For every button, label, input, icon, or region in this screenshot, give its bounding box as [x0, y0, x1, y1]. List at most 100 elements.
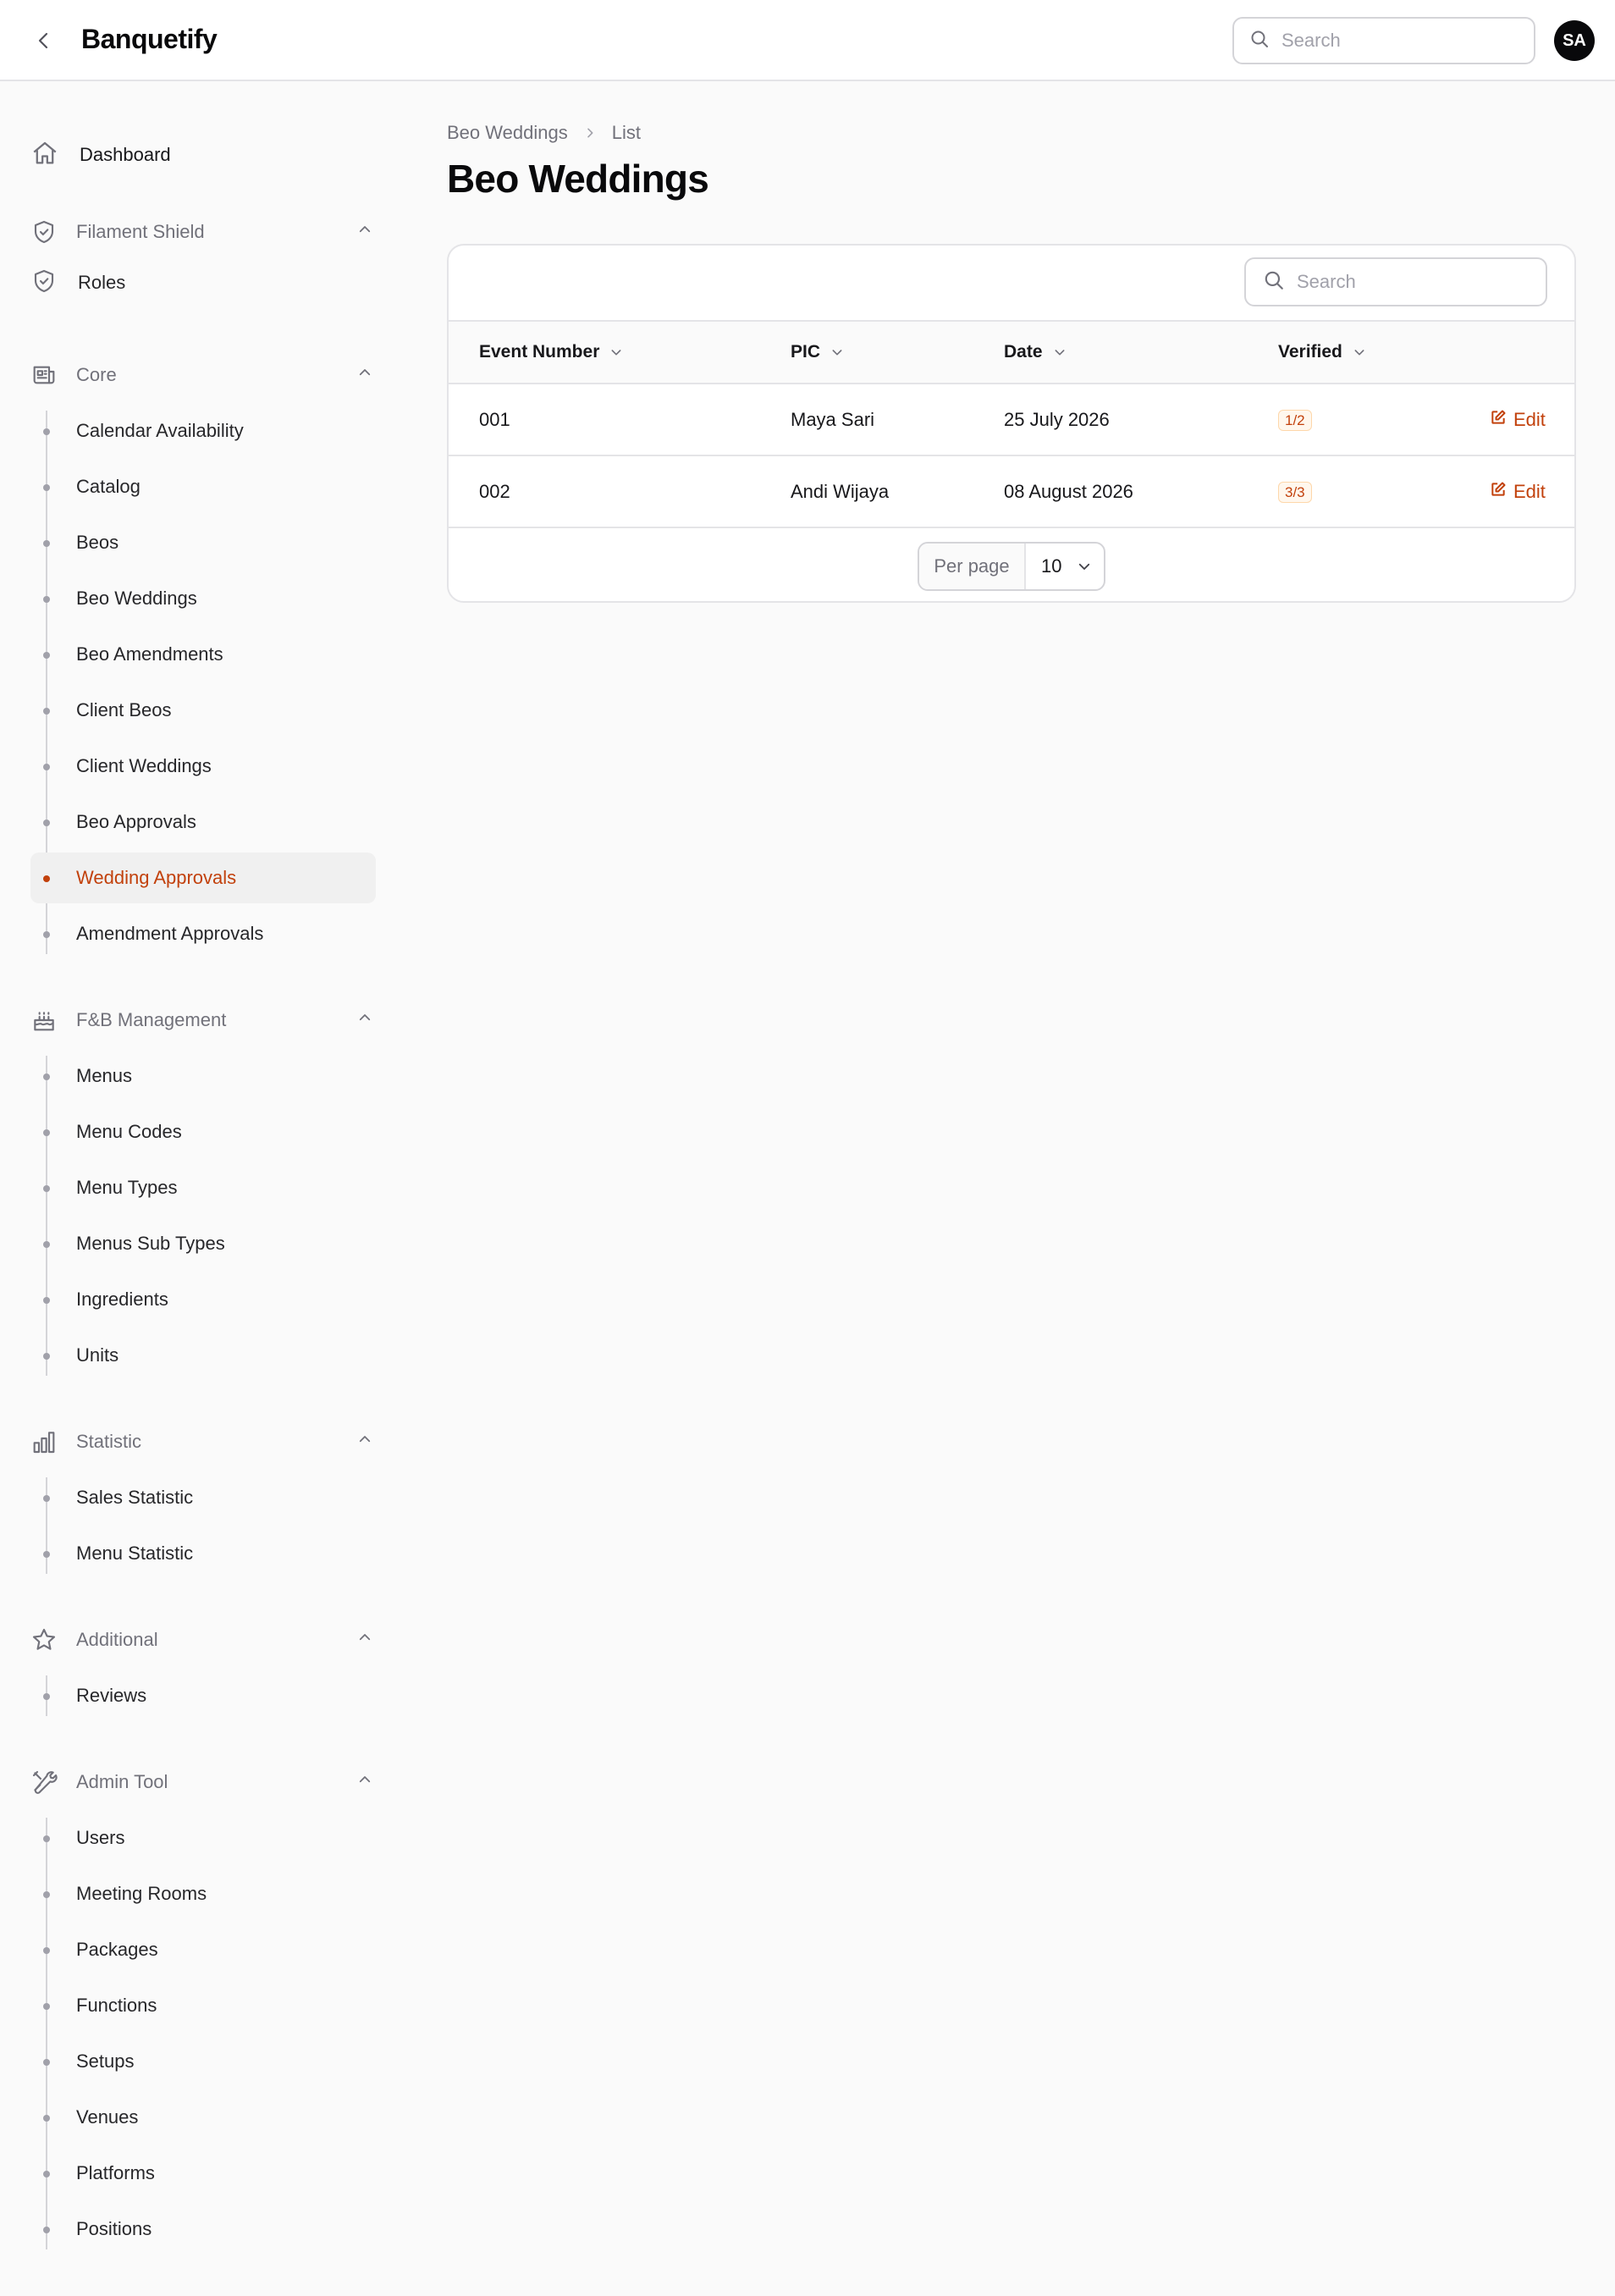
- chevron-up-icon[interactable]: [357, 1772, 372, 1791]
- column-label: Verified: [1278, 342, 1342, 362]
- sidebar-item-ingredients[interactable]: Ingredients: [30, 1274, 376, 1325]
- sidebar-item-label: Beo Weddings: [76, 588, 197, 609]
- bullet-icon: [43, 764, 50, 770]
- sidebar-item-label: Meeting Rooms: [76, 1883, 207, 1904]
- sidebar-item-beos[interactable]: Beos: [30, 517, 376, 568]
- edit-label: Edit: [1513, 409, 1546, 430]
- sidebar-item-menus[interactable]: Menus: [30, 1051, 376, 1101]
- global-search-input[interactable]: [1282, 30, 1502, 52]
- sidebar-item-label: Beo Amendments: [76, 643, 223, 665]
- sidebar-item-reviews[interactable]: Reviews: [30, 1670, 376, 1721]
- sidebar-item-packages[interactable]: Packages: [30, 1924, 376, 1975]
- page-title: Beo Weddings: [447, 157, 709, 201]
- chevron-down-icon: [609, 345, 623, 359]
- sidebar-group-statistic[interactable]: Statistic: [30, 1421, 376, 1462]
- bullet-icon: [43, 820, 50, 826]
- bullet-icon: [43, 1947, 50, 1954]
- bullet-icon: [43, 1551, 50, 1558]
- sidebar-item-label: Functions: [76, 1995, 157, 2016]
- sidebar-group-admin-tool[interactable]: Admin Tool: [30, 1762, 376, 1802]
- sidebar-item-label: Dashboard: [80, 144, 171, 165]
- sidebar-item-meeting-rooms[interactable]: Meeting Rooms: [30, 1868, 376, 1919]
- sidebar-item-dashboard[interactable]: Dashboard: [30, 132, 376, 178]
- sidebar-item-wedding-approvals[interactable]: Wedding Approvals: [30, 853, 376, 903]
- sidebar-item-label: Ingredients: [76, 1289, 168, 1310]
- column-label: Event Number: [479, 342, 600, 362]
- sidebar-item-menu-types[interactable]: Menu Types: [30, 1162, 376, 1213]
- edit-button[interactable]: Edit: [1490, 456, 1546, 527]
- sidebar-item-setups[interactable]: Setups: [30, 2036, 376, 2087]
- sidebar-item-functions[interactable]: Functions: [30, 1980, 376, 2031]
- sidebar-group-additional[interactable]: Additional: [30, 1620, 376, 1660]
- chevron-down-icon: [830, 345, 844, 359]
- sidebar-item-label: Client Weddings: [76, 755, 212, 776]
- sidebar-item-units[interactable]: Units: [30, 1330, 376, 1381]
- sidebar-item-label: Positions: [76, 2218, 152, 2239]
- breadcrumb-item[interactable]: Beo Weddings: [447, 122, 568, 144]
- sidebar-item-label: Client Beos: [76, 699, 172, 720]
- sidebar-item-venues[interactable]: Venues: [30, 2092, 376, 2143]
- table-search[interactable]: [1244, 257, 1547, 306]
- column-header-event-number[interactable]: Event Number: [479, 322, 623, 383]
- edit-button[interactable]: Edit: [1490, 384, 1546, 455]
- sidebar-item-label: Beos: [76, 532, 119, 553]
- table-row[interactable]: 001 Maya Sari 25 July 2026 1/2 Edit: [449, 384, 1574, 456]
- sidebar-item-roles[interactable]: Roles: [30, 257, 376, 308]
- shield-check-icon: [30, 268, 58, 299]
- avatar[interactable]: SA: [1554, 20, 1595, 61]
- sidebar-item-positions[interactable]: Positions: [30, 2204, 376, 2255]
- table-toolbar: [449, 246, 1574, 322]
- chevron-up-icon[interactable]: [357, 1432, 372, 1451]
- sidebar-item-catalog[interactable]: Catalog: [30, 461, 376, 512]
- sidebar-item-amendment-approvals[interactable]: Amendment Approvals: [30, 908, 376, 959]
- sidebar-group-fb-management[interactable]: F&B Management: [30, 1000, 376, 1040]
- chevron-up-icon[interactable]: [357, 222, 372, 241]
- sidebar-item-label: Catalog: [76, 476, 141, 497]
- sidebar-item-beo-weddings[interactable]: Beo Weddings: [30, 573, 376, 624]
- chevron-up-icon[interactable]: [357, 1630, 372, 1649]
- sidebar-group-core[interactable]: Core: [30, 355, 376, 395]
- app-title[interactable]: Banquetify: [81, 24, 218, 55]
- sidebar-item-menu-codes[interactable]: Menu Codes: [30, 1107, 376, 1157]
- breadcrumb-item: List: [611, 122, 641, 143]
- sidebar-item-menu-statistic[interactable]: Menu Statistic: [30, 1528, 376, 1579]
- sidebar-item-label: Users: [76, 1827, 125, 1848]
- global-search[interactable]: [1232, 17, 1535, 64]
- column-label: PIC: [791, 342, 821, 362]
- sidebar-group-title: F&B Management: [76, 1009, 227, 1030]
- chevron-up-icon[interactable]: [357, 365, 372, 384]
- bullet-icon: [43, 2059, 50, 2066]
- per-page-select[interactable]: 10: [1026, 544, 1104, 589]
- column-header-verified[interactable]: Verified: [1278, 322, 1366, 383]
- table-card: Event Number PIC Date Verified 001 Maya …: [447, 244, 1576, 603]
- sidebar-group-title: Statistic: [76, 1431, 142, 1452]
- table-search-input[interactable]: [1297, 271, 1517, 293]
- sidebar-item-sales-statistic[interactable]: Sales Statistic: [30, 1472, 376, 1523]
- top-bar: Banquetify SA: [0, 0, 1615, 81]
- sidebar-item-client-weddings[interactable]: Client Weddings: [30, 741, 376, 792]
- column-header-date[interactable]: Date: [1004, 322, 1067, 383]
- cell-pic: Maya Sari: [791, 409, 875, 430]
- sidebar-item-beo-approvals[interactable]: Beo Approvals: [30, 797, 376, 847]
- sidebar-item-users[interactable]: Users: [30, 1813, 376, 1863]
- sidebar-item-label: Menu Statistic: [76, 1543, 194, 1564]
- sidebar-item-label: Menus: [76, 1065, 133, 1086]
- column-header-pic[interactable]: PIC: [791, 322, 844, 383]
- bullet-icon: [43, 2115, 50, 2122]
- bullet-icon: [43, 2003, 50, 2010]
- sidebar-item-calendar-availability[interactable]: Calendar Availability: [30, 406, 376, 456]
- sidebar-item-label: Amendment Approvals: [76, 923, 264, 944]
- sidebar-item-menus-sub-types[interactable]: Menus Sub Types: [30, 1218, 376, 1269]
- sidebar-group-filament-shield[interactable]: Filament Shield: [30, 212, 376, 252]
- sidebar-group-title: Additional: [76, 1629, 158, 1650]
- sidebar-item-beo-amendments[interactable]: Beo Amendments: [30, 629, 376, 680]
- sidebar-item-label: Venues: [76, 2106, 139, 2128]
- chevron-up-icon[interactable]: [357, 1010, 372, 1029]
- sidebar-group-line: [46, 1056, 47, 1376]
- table-row[interactable]: 002 Andi Wijaya 08 August 2026 3/3 Edit: [449, 456, 1574, 528]
- sidebar-item-client-beos[interactable]: Client Beos: [30, 685, 376, 736]
- bullet-icon: [43, 931, 50, 938]
- sidebar-item-label: Calendar Availability: [76, 420, 244, 441]
- back-icon[interactable]: [29, 25, 59, 56]
- sidebar-item-platforms[interactable]: Platforms: [30, 2148, 376, 2199]
